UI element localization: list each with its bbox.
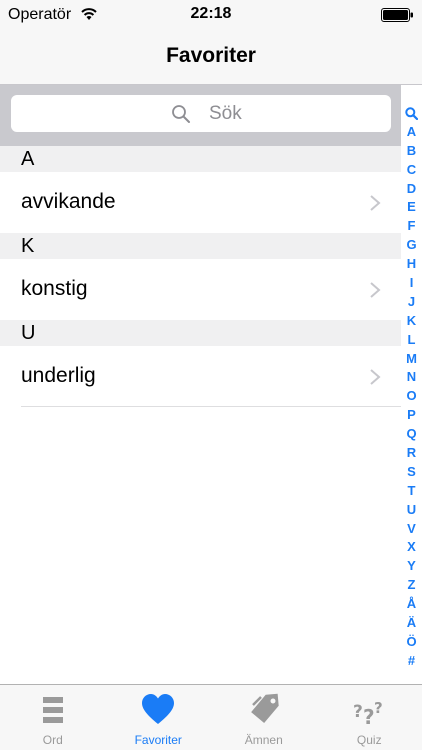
search-icon: [172, 105, 190, 123]
index-letter[interactable]: A: [401, 123, 422, 142]
svg-text:?: ?: [353, 702, 363, 722]
list-item-label: konstig: [21, 277, 88, 300]
search-icon: [405, 107, 419, 121]
index-letter[interactable]: K: [401, 312, 422, 331]
heart-icon: [142, 694, 175, 724]
favorites-list: A avvikande K konstig U underlig: [0, 146, 401, 407]
chevron-right-icon: [370, 195, 381, 211]
tab-label: Quiz: [356, 733, 382, 747]
index-letter[interactable]: B: [401, 142, 422, 161]
index-letter[interactable]: Ä: [401, 614, 422, 633]
index-letter[interactable]: J: [401, 293, 422, 312]
index-letter[interactable]: S: [401, 463, 422, 482]
list-icon: [42, 697, 63, 723]
index-letter[interactable]: H: [401, 255, 422, 274]
svg-text:?: ?: [374, 699, 383, 717]
section-index-bar[interactable]: A B C D E F G H I J K L M N O P Q R S T U V X Y Z Å Ä Ö #: [401, 104, 422, 670]
index-letter[interactable]: Z: [401, 576, 422, 595]
index-letter[interactable]: V: [401, 520, 422, 539]
index-letter[interactable]: G: [401, 236, 422, 255]
index-letter[interactable]: X: [401, 538, 422, 557]
list-item[interactable]: konstig: [0, 259, 401, 320]
tab-bar: Ord Favoriter Ämnen ? ? ? Quiz: [0, 684, 422, 750]
battery-icon: [381, 8, 413, 22]
chevron-right-icon: [370, 282, 381, 298]
question-marks-icon: ? ? ?: [353, 699, 383, 727]
tab-amnen[interactable]: Ämnen: [211, 685, 317, 750]
list-item-label: underlig: [21, 364, 96, 387]
search-input[interactable]: Sök: [11, 95, 391, 132]
row-divider: [21, 406, 401, 407]
status-bar: Operatör 22:18: [0, 0, 422, 30]
index-letter[interactable]: Ö: [401, 633, 422, 652]
index-letter[interactable]: U: [401, 501, 422, 520]
index-letter[interactable]: M: [401, 350, 422, 369]
page-title: Favoriter: [166, 44, 256, 67]
index-letter[interactable]: D: [401, 180, 422, 199]
index-letter[interactable]: Y: [401, 557, 422, 576]
list-item[interactable]: underlig: [0, 346, 401, 407]
index-search[interactable]: [401, 104, 422, 123]
clock-label: 22:18: [190, 5, 232, 22]
search-area: Sök: [0, 85, 401, 146]
tab-label: Favoriter: [134, 733, 182, 747]
index-letter[interactable]: Å: [401, 595, 422, 614]
index-letter[interactable]: E: [401, 198, 422, 217]
index-letter[interactable]: L: [401, 331, 422, 350]
list-item-label: avvikande: [21, 190, 116, 213]
index-letter[interactable]: F: [401, 217, 422, 236]
tab-label: Ämnen: [244, 733, 283, 747]
index-letter[interactable]: P: [401, 406, 422, 425]
section-header-k: K: [0, 233, 401, 259]
index-letter[interactable]: Q: [401, 425, 422, 444]
tab-label: Ord: [42, 733, 63, 747]
svg-text:?: ?: [363, 705, 375, 727]
index-letter[interactable]: I: [401, 274, 422, 293]
tags-icon: [250, 693, 279, 724]
chevron-right-icon: [370, 369, 381, 385]
section-header-a: A: [0, 146, 401, 172]
index-letter[interactable]: O: [401, 387, 422, 406]
index-letter[interactable]: C: [401, 161, 422, 180]
index-letter[interactable]: N: [401, 368, 422, 387]
section-header-u: U: [0, 320, 401, 346]
tab-quiz[interactable]: ? ? ? Quiz: [317, 685, 422, 750]
navigation-bar: Favoriter: [0, 30, 422, 85]
search-placeholder: Sök: [209, 103, 242, 124]
index-letter[interactable]: R: [401, 444, 422, 463]
index-letter[interactable]: T: [401, 482, 422, 501]
list-item[interactable]: avvikande: [0, 172, 401, 233]
tab-ord[interactable]: Ord: [0, 685, 106, 750]
tab-favoriter[interactable]: Favoriter: [106, 685, 212, 750]
index-letter[interactable]: #: [401, 652, 422, 671]
